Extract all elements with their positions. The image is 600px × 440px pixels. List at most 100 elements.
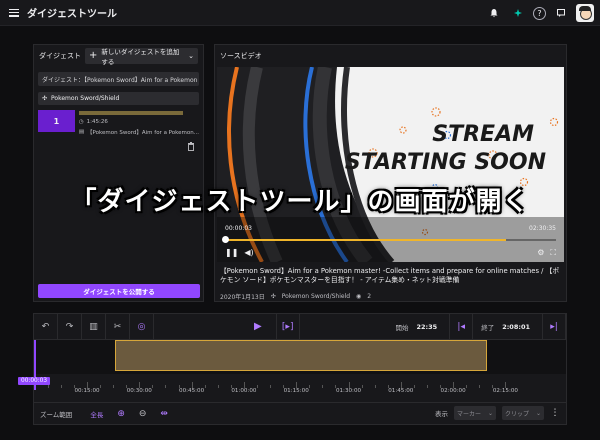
- chevron-down-icon: ⌄: [188, 52, 194, 60]
- source-video-title: ソースビデオ: [220, 52, 262, 60]
- video-current-time: 00:00:03: [225, 225, 252, 232]
- zoom-value[interactable]: 全長: [90, 409, 103, 419]
- zoom-in-icon[interactable]: ⊕: [117, 409, 125, 419]
- more-options-icon[interactable]: ⋮: [550, 408, 560, 418]
- video-title: 【Pokemon Sword】Aim for a Pokemon master!…: [220, 267, 560, 284]
- chevron-down-icon: ⌄: [487, 409, 493, 417]
- set-end-icon[interactable]: ▸|: [542, 314, 566, 340]
- help-icon[interactable]: ?: [533, 6, 546, 20]
- video-total-time: 02:30:35: [529, 225, 556, 232]
- ruler-minor-tick: [73, 385, 75, 388]
- ruler-minor-tick: [152, 385, 154, 388]
- top-bar: ダイジェストツール ?: [0, 0, 600, 26]
- plus-icon: +: [89, 50, 98, 61]
- stream-text-line1: STREAM: [432, 122, 534, 147]
- fit-bracket-icon[interactable]: [▸]: [275, 313, 300, 340]
- display-group: 表示 マーカー ⌄ クリップ ⌄ ⋮: [435, 406, 560, 420]
- video-game: Pokemon Sword/Shield: [281, 293, 351, 300]
- publish-digest-button[interactable]: ダイジェストを公開する: [38, 284, 200, 298]
- end-value[interactable]: 2:08:01: [502, 323, 530, 331]
- app-title: ダイジェストツール: [27, 9, 117, 20]
- video-controls-right: ⚙ ⛶: [537, 248, 556, 258]
- trash-icon[interactable]: [187, 142, 195, 153]
- timeline-panel: ↶ ↷ ▥ ✂ ◎ ▶ [▸] 開始 22:35 |◂ 終了 2:08:01 ▸…: [18, 313, 567, 425]
- target-icon[interactable]: ◎: [130, 313, 154, 340]
- digest-panel-title: ダイジェスト: [39, 52, 81, 60]
- video-seek-bar[interactable]: [222, 236, 556, 243]
- category-field[interactable]: ✣ Pokemon Sword/Shield: [38, 92, 199, 105]
- ruler-minor-tick: [413, 385, 415, 388]
- play-icon[interactable]: ▶: [254, 321, 262, 332]
- sparkle-icon[interactable]: [509, 4, 527, 22]
- redo-icon[interactable]: ↷: [58, 313, 82, 340]
- ruler-minor-tick: [322, 385, 324, 388]
- timeline-toolbar: ↶ ↷ ▥ ✂ ◎ ▶ [▸] 開始 22:35 |◂ 終了 2:08:01 ▸…: [34, 313, 566, 340]
- ruler-minor-tick: [113, 385, 115, 388]
- chevron-down-icon: ⌄: [535, 409, 541, 417]
- ruler-minor-tick: [165, 385, 167, 388]
- clip-duration-row: ◷ 1:45:26: [79, 119, 199, 125]
- chat-icon[interactable]: [552, 4, 570, 22]
- clip-select-label: クリップ: [505, 410, 530, 418]
- timeline-track[interactable]: [34, 340, 566, 374]
- marker-select[interactable]: マーカー ⌄: [454, 406, 496, 420]
- avatar[interactable]: [576, 4, 594, 22]
- end-label: 終了: [481, 324, 495, 332]
- film-icon: ▤: [78, 129, 85, 135]
- video-meta: 2020年1月13日 ✣ Pokemon Sword/Shield ◉ 2: [220, 292, 371, 301]
- add-digest-label: 新しいダイジェストを追加する: [101, 48, 180, 66]
- bell-icon[interactable]: [485, 4, 503, 22]
- ruler-tick-label: 00:30:00: [126, 388, 152, 394]
- undo-icon[interactable]: ↶: [34, 313, 58, 340]
- timeline-clip[interactable]: [115, 340, 487, 371]
- delete-icon[interactable]: ▥: [82, 313, 106, 340]
- video-viewers: 2: [367, 293, 372, 300]
- clip-select[interactable]: クリップ ⌄: [502, 406, 544, 420]
- marker-select-label: マーカー: [457, 410, 482, 418]
- clip-title: 【Pokemon Sword】Aim for a Pokemon...: [87, 130, 199, 136]
- fullscreen-icon[interactable]: ⛶: [550, 248, 556, 258]
- clip-info: ◷ 1:45:26 ▤ 【Pokemon Sword】Aim for a Pok…: [78, 110, 199, 139]
- timeline-footer: ズーム範囲 全長 ⊕ ⊖ ⇹ 表示 マーカー ⌄ クリップ ⌄ ⋮: [34, 402, 566, 424]
- pause-icon[interactable]: ❚❚: [225, 248, 238, 257]
- ruler-tick-label: 00:15:00: [74, 388, 100, 394]
- video-progress-fill: [225, 239, 507, 241]
- zoom-label: ズーム範囲: [40, 410, 73, 419]
- ruler-tick-label: 02:00:00: [440, 388, 466, 394]
- ruler-minor-tick: [283, 385, 285, 388]
- video-player[interactable]: STREAM STARTING SOON 00:00:03 02:30:35 ❚…: [217, 67, 564, 262]
- start-value[interactable]: 22:35: [416, 323, 437, 331]
- ruler-minor-tick: [230, 385, 232, 388]
- source-video-panel: ソースビデオ STREAM STARTING SOON 00:00:03 02:…: [214, 44, 567, 302]
- clip-duration: 1:45:26: [86, 119, 108, 125]
- video-controls-left: ❚❚ ◀): [225, 248, 254, 257]
- ruler-minor-tick: [217, 385, 219, 388]
- clip-index: 1: [38, 110, 75, 132]
- ruler-minor-tick: [335, 385, 337, 388]
- digest-panel: ダイジェスト + 新しいダイジェストを追加する ⌄ ダイジェスト：【Pokemo…: [33, 44, 204, 302]
- ruler-minor-tick: [47, 385, 49, 388]
- ruler-minor-tick: [270, 385, 272, 388]
- gear-icon[interactable]: ⚙: [537, 248, 544, 258]
- ruler-tick-label: 01:15:00: [283, 388, 309, 394]
- ruler-tick-label: 01:30:00: [335, 388, 362, 394]
- zoom-out-icon[interactable]: ⊖: [139, 409, 147, 419]
- display-label: 表示: [435, 410, 448, 418]
- clip-item[interactable]: 1 ◷ 1:45:26 ▤ 【Pokemon Sword】Aim for a P…: [38, 110, 199, 151]
- ruler-minor-tick: [204, 385, 206, 388]
- clock-icon: ◷: [78, 119, 84, 125]
- add-digest-button[interactable]: + 新しいダイジェストを追加する ⌄: [85, 48, 198, 66]
- scissors-icon[interactable]: ✂: [106, 313, 130, 340]
- menu-icon[interactable]: [9, 8, 19, 17]
- game-controller-icon: ✣: [270, 293, 276, 300]
- set-start-icon[interactable]: |◂: [449, 314, 474, 340]
- video-seek-handle[interactable]: [222, 236, 229, 243]
- category-label: Pokemon Sword/Shield: [51, 95, 120, 102]
- ruler-tick-label: 00:45:00: [179, 388, 205, 394]
- volume-icon[interactable]: ◀): [244, 248, 253, 257]
- ruler-minor-tick: [126, 385, 128, 388]
- ruler-minor-tick: [387, 385, 389, 388]
- top-icons: ?: [485, 4, 594, 22]
- digest-title-field[interactable]: ダイジェスト：【Pokemon Sword】Aim for a Pokemon …: [38, 72, 199, 86]
- zoom-fit-icon[interactable]: ⇹: [160, 409, 168, 419]
